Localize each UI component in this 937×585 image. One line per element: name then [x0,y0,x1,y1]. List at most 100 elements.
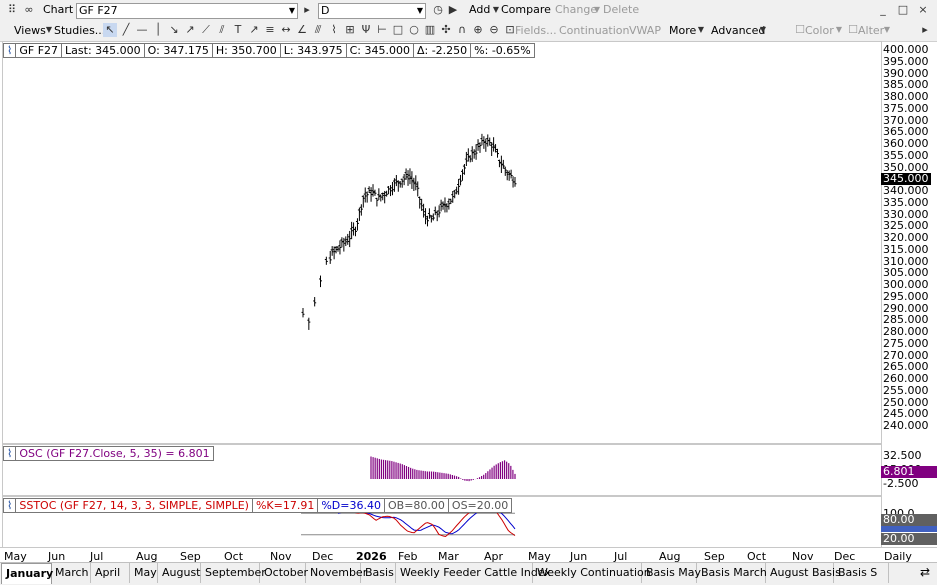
delete-button[interactable]: Delete [600,2,642,18]
zoom-out-icon[interactable]: ⊖ [487,23,501,37]
bars-icon[interactable]: ▥ [423,23,437,37]
next-symbol-icon[interactable]: ▸ [300,3,314,17]
more-dropdown-icon[interactable]: ▼ [694,23,708,37]
chevron-down-icon[interactable]: ▼ [417,4,423,18]
pointer-icon[interactable]: ↖ [103,23,117,37]
parallel-icon[interactable]: ⫻ [311,23,325,37]
interval-input[interactable]: D ▼ [318,3,426,19]
tab-may[interactable]: May [130,563,158,583]
symbol-input[interactable]: GF F27 ▼ [76,3,298,19]
fields-button[interactable]: Fields... [512,23,560,39]
sstoc-axis[interactable]: 100.080.0020.00 [880,496,937,546]
tab-november[interactable]: November [306,563,367,583]
tab-october[interactable]: October [260,563,308,583]
price-bar [466,148,470,162]
tab-weekly-continuation[interactable]: Weekly Continuation [533,563,651,583]
tab-basis[interactable]: Basis [361,563,396,583]
close-icon[interactable]: × [916,3,930,17]
price-bar [509,169,513,179]
play-icon[interactable]: ▶ [446,3,460,17]
price-bar [394,175,398,187]
color-dropdown-icon[interactable]: ▼ [832,23,846,37]
trend-line-icon[interactable]: ⟋ [199,23,213,37]
price-bar [484,138,488,152]
tab-april[interactable]: April [91,563,130,583]
compare-button[interactable]: Compare [498,2,554,18]
angle-icon[interactable]: ∠ [295,23,309,37]
price-bar [301,307,305,318]
vwap-button[interactable]: VWAP [626,23,664,39]
vertical-line-icon[interactable]: │ [151,23,165,37]
pitchfork-icon[interactable]: Ψ [359,23,373,37]
price-bar [346,233,350,245]
tab-basis-s[interactable]: Basis S [834,563,889,583]
rectangle-icon[interactable]: □ [391,23,405,37]
tab-august-basis[interactable]: August Basis [766,563,841,583]
symbol-value: GF F27 [79,4,118,17]
fib-icon[interactable]: ≡ [263,23,277,37]
gann-icon[interactable]: ⊞ [343,23,357,37]
price-tick-label: 335.000 [883,195,929,209]
tab-january[interactable]: January [1,563,53,584]
info-open: O: 347.175 [143,44,212,57]
price-bar [445,203,449,213]
info-symbol: GF F27 [15,44,61,57]
price-bar [433,206,437,216]
info-last: Last: 345.000 [61,44,144,57]
tab-august[interactable]: August [158,563,201,583]
price-axis[interactable]: 400.000 395.000 390.000 385.000 380.000 375.0… [880,41,937,442]
horizontal-line-icon[interactable]: — [135,23,149,37]
trend-arrow-icon[interactable]: ↗ [183,23,197,37]
magnet-icon[interactable]: ∩ [455,23,469,37]
price-bar [332,246,336,260]
price-bar [404,168,408,180]
ellipse-icon[interactable]: ○ [407,23,421,37]
zoom-in-icon[interactable]: ⊕ [471,23,485,37]
continuation-button[interactable]: Continuation [556,23,633,39]
tab-basis-march[interactable]: Basis March [697,563,767,583]
channel-icon[interactable]: ⫽ [215,23,229,37]
price-bar [431,213,435,221]
price-bar [359,204,363,216]
tab-weekly-feeder-cattle-index[interactable]: Weekly Feeder Cattle Index [396,563,551,583]
maximize-icon[interactable]: □ [896,3,910,17]
ray-icon[interactable]: ↗ [247,23,261,37]
sstoc-study-label: SSTOC (GF F27, 14, 3, 3, SIMPLE, SIMPLE) [15,499,252,512]
chevron-down-icon[interactable]: ▼ [289,4,295,18]
extend-icon[interactable]: ↔ [279,23,293,37]
tab-basis-may[interactable]: Basis May [642,563,701,583]
price-bar [377,188,381,200]
price-bar [400,178,404,188]
chart-type-icon: ⌇ [7,44,13,57]
price-bar [344,236,348,247]
time-axis[interactable]: May Jun Jul Aug Sep Oct Nov Dec 2026 Feb Mar Apr May… [0,547,937,563]
text-icon[interactable]: T [231,23,245,37]
info-high: H: 350.700 [211,44,280,57]
link-icon[interactable]: ∞ [22,3,36,17]
price-bar [369,187,373,202]
cycle-icon[interactable]: ⌇ [327,23,341,37]
drag-grip-icon[interactable]: ⠿ [5,3,19,17]
price-panel[interactable]: ⌇ GF F27 Last: 345.000 O: 347.175 H: 350… [2,41,882,444]
cross-icon[interactable]: ✣ [439,23,453,37]
sstoc-panel[interactable]: ⌇ SSTOC (GF F27, 14, 3, 3, SIMPLE, SIMPL… [2,496,882,548]
tab-march[interactable]: March [51,563,91,583]
clock-icon[interactable]: ◷ [431,3,445,17]
price-bar [338,240,342,255]
osc-axis[interactable]: 32.50015.000-2.5006.801 [880,444,937,494]
measure-icon[interactable]: ⊢ [375,23,389,37]
price-bar [472,149,476,159]
advanced-dropdown-icon[interactable]: ▼ [756,23,770,37]
osc-panel[interactable]: ⌇ OSC (GF F27.Close, 5, 35) = 6.801 [2,444,882,496]
tabs-scroll-icon[interactable]: ⇄ [920,565,930,579]
price-bar [478,142,482,153]
line-draw-icon[interactable]: ╱ [119,23,133,37]
toolbar-overflow-icon[interactable]: ▸ [918,23,932,37]
studies-button[interactable]: Studies... [51,23,108,39]
price-bar [363,187,367,203]
tab-september[interactable]: September [201,563,266,583]
price-bar [459,174,463,186]
alter-dropdown-icon[interactable]: ▼ [880,23,894,37]
arrow-icon[interactable]: ↘ [167,23,181,37]
minimize-icon[interactable]: _ [876,3,890,17]
